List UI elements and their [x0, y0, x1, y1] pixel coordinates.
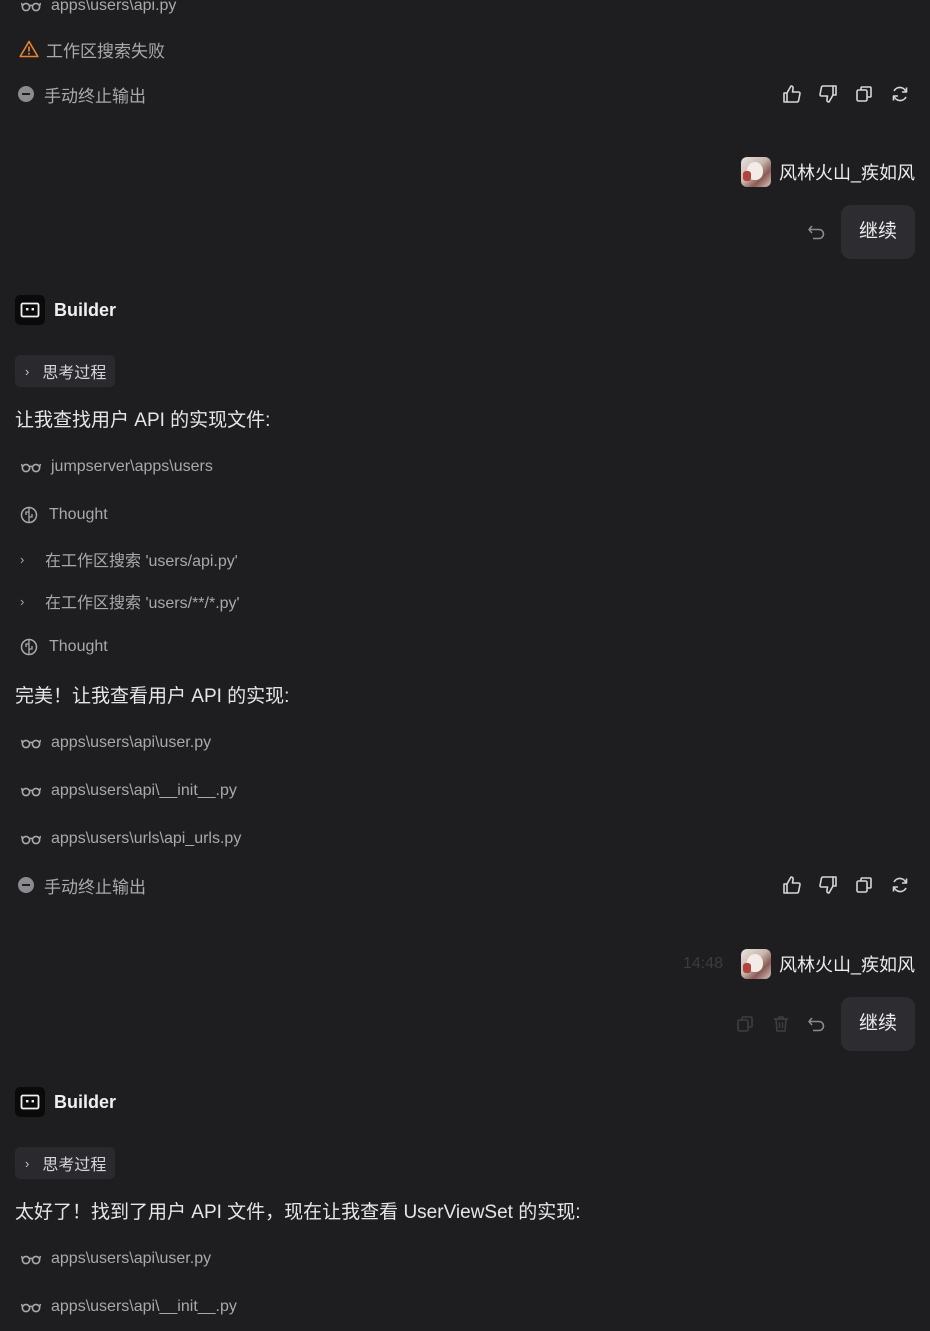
file-path: apps\users\api\user.py — [51, 734, 212, 751]
file-view-row[interactable]: apps\users\api.py — [20, 0, 176, 20]
undo-icon[interactable] — [805, 220, 829, 244]
trash-icon[interactable] — [769, 1012, 793, 1036]
message-actions — [780, 873, 912, 897]
avatar — [740, 157, 771, 187]
refresh-icon[interactable] — [888, 82, 912, 106]
message-text: 完美！让我查看用户 API 的实现: — [15, 686, 290, 707]
user-header: 风林火山_疾如风 — [740, 156, 915, 188]
file-path: apps\users\api\user.py — [51, 1250, 212, 1267]
file-path: apps\users\api\__init__.py — [51, 782, 237, 799]
stop-circle-icon — [18, 86, 34, 102]
thinking-toggle[interactable]: › 思考过程 — [15, 355, 116, 387]
glasses-icon — [20, 1248, 42, 1270]
glasses-icon — [20, 780, 42, 802]
refresh-icon[interactable] — [888, 873, 912, 897]
thought-label: Thought — [49, 506, 108, 523]
glasses-icon — [20, 0, 42, 17]
file-view-row[interactable]: apps\users\api\__init__.py — [20, 777, 237, 805]
file-view-row[interactable]: apps\users\api\user.py — [20, 729, 211, 757]
file-path: apps\users\api\__init__.py — [51, 1298, 237, 1315]
file-path: apps\users\api.py — [51, 0, 177, 14]
thinking-toggle[interactable]: › 思考过程 — [15, 1147, 116, 1179]
thumbs-up-icon[interactable] — [780, 82, 804, 106]
stopped-text: 手动终止输出 — [44, 86, 146, 106]
message-bubble: 继续 — [840, 205, 915, 259]
warning-triangle-icon — [18, 38, 40, 60]
user-message: 继续 — [733, 997, 915, 1051]
builder-header: Builder — [15, 295, 116, 325]
warning-row: 工作区搜索失败 — [18, 35, 165, 63]
stopped-status: 手动终止输出 — [18, 871, 146, 899]
user-name: 风林火山_疾如风 — [778, 955, 915, 975]
brain-icon — [18, 636, 40, 658]
message-text: 太好了！找到了用户 API 文件，现在让我查看 UserViewSet 的实现: — [15, 1202, 581, 1223]
user-message: 继续 — [805, 205, 915, 259]
copy-icon[interactable] — [852, 82, 876, 106]
builder-name: Builder — [54, 1091, 117, 1112]
search-text: 在工作区搜索 'users/**/*.py' — [45, 595, 240, 612]
stop-circle-icon — [18, 877, 34, 893]
thumbs-down-icon[interactable] — [816, 873, 840, 897]
chevron-right-icon: › — [20, 593, 25, 609]
message-text: 让我查找用户 API 的实现文件: — [15, 410, 271, 431]
undo-icon[interactable] — [805, 1012, 829, 1036]
builder-name: Builder — [54, 299, 117, 320]
user-name: 风林火山_疾如风 — [778, 163, 915, 183]
search-row[interactable]: › 在工作区搜索 'users/**/*.py' — [20, 588, 240, 614]
file-path: apps\users\urls\api_urls.py — [51, 830, 242, 847]
glasses-icon — [20, 1296, 42, 1318]
thumbs-down-icon[interactable] — [816, 82, 840, 106]
thinking-label: 思考过程 — [42, 1157, 107, 1174]
glasses-icon — [20, 732, 42, 754]
search-text: 在工作区搜索 'users/api.py' — [45, 553, 238, 570]
chevron-right-icon: › — [20, 551, 25, 567]
thumbs-up-icon[interactable] — [780, 873, 804, 897]
file-view-row[interactable]: apps\users\urls\api_urls.py — [20, 825, 241, 853]
file-view-row[interactable]: jumpserver\apps\users — [20, 453, 213, 481]
builder-logo-icon — [15, 1087, 45, 1117]
file-view-row[interactable]: apps\users\api\__init__.py — [20, 1293, 237, 1321]
message-time: 14:48 — [682, 955, 723, 972]
copy-icon[interactable] — [852, 873, 876, 897]
file-view-row[interactable]: apps\users\api\user.py — [20, 1245, 211, 1273]
builder-logo-icon — [15, 295, 45, 325]
chevron-right-icon: › — [25, 1155, 30, 1171]
thinking-label: 思考过程 — [42, 365, 107, 382]
warning-text: 工作区搜索失败 — [46, 41, 165, 61]
builder-header: Builder — [15, 1087, 116, 1117]
glasses-icon — [20, 828, 42, 850]
thought-row[interactable]: Thought — [18, 501, 108, 529]
thought-label: Thought — [49, 638, 108, 655]
avatar — [740, 949, 771, 979]
stopped-text: 手动终止输出 — [44, 877, 146, 897]
message-bubble: 继续 — [840, 997, 915, 1051]
search-row[interactable]: › 在工作区搜索 'users/api.py' — [20, 546, 238, 572]
user-header: 14:48 风林火山_疾如风 — [683, 948, 915, 980]
file-path: jumpserver\apps\users — [51, 458, 213, 475]
message-actions — [780, 82, 912, 106]
thought-row[interactable]: Thought — [18, 633, 108, 661]
copy-icon[interactable] — [733, 1012, 757, 1036]
brain-icon — [18, 504, 40, 526]
chevron-right-icon: › — [25, 363, 30, 379]
stopped-status: 手动终止输出 — [18, 80, 146, 108]
glasses-icon — [20, 456, 42, 478]
